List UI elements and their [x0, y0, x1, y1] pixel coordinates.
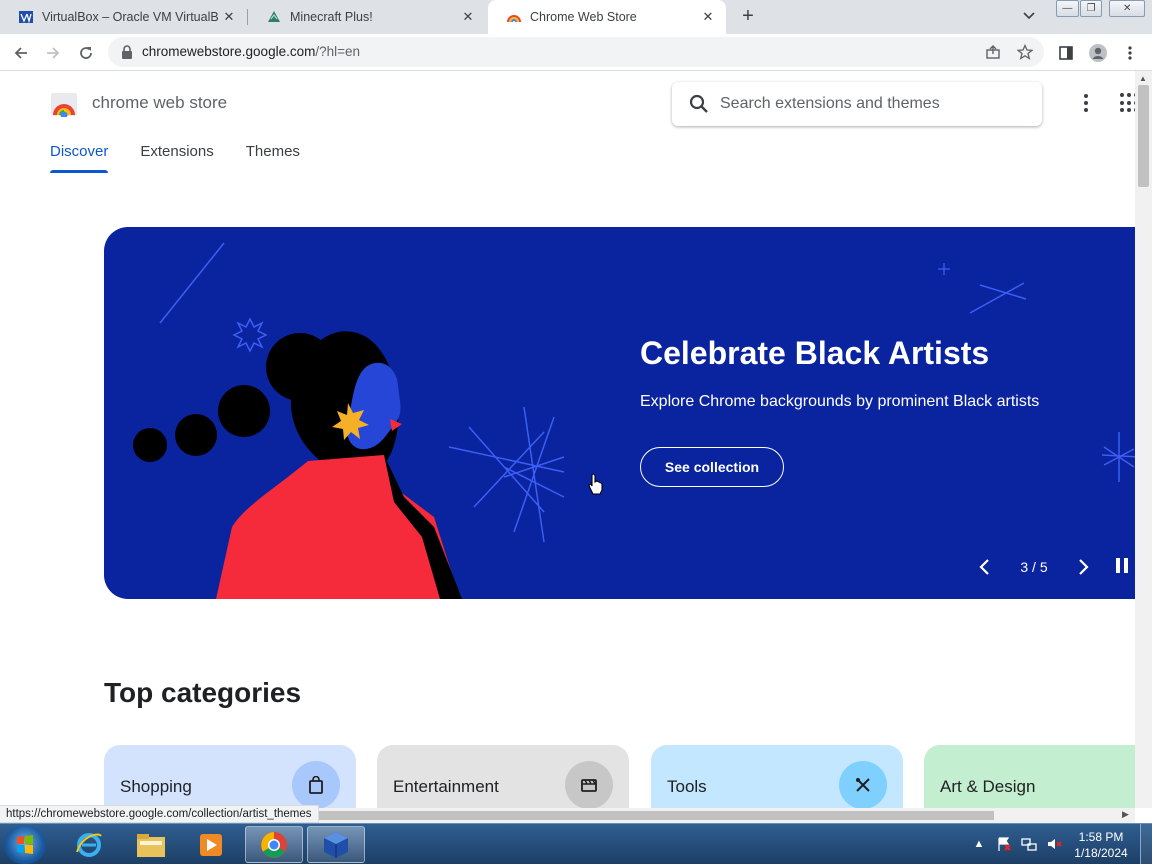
google-apps-icon[interactable] — [1120, 93, 1135, 113]
see-collection-button[interactable]: See collection — [640, 447, 784, 487]
category-entertainment[interactable]: Entertainment — [377, 745, 629, 808]
virtualbox-taskbar-button[interactable] — [307, 826, 365, 863]
search-icon — [689, 94, 708, 113]
store-logo-text[interactable]: chrome web store — [92, 93, 227, 113]
tab-search-icon[interactable] — [1022, 8, 1042, 26]
chrome-taskbar-button[interactable] — [245, 826, 303, 863]
lock-icon[interactable] — [120, 44, 134, 60]
store-more-options-icon[interactable] — [1076, 91, 1096, 115]
virtualbox-icon — [324, 831, 348, 858]
banner-subtitle: Explore Chrome backgrounds by prominent … — [640, 393, 1040, 410]
file-explorer-taskbar-button[interactable] — [122, 826, 180, 863]
tab-minecraft-plus[interactable]: Minecraft Plus! ✕ — [248, 0, 486, 34]
action-center-flag-icon[interactable] — [995, 835, 1013, 853]
start-button[interactable] — [4, 826, 46, 864]
minecraft-plus-icon — [268, 11, 280, 22]
minimize-button[interactable]: — — [1056, 0, 1079, 17]
category-label: Entertainment — [393, 777, 499, 796]
show-hidden-icons-icon[interactable]: ▲ — [970, 835, 988, 853]
chrome-web-store-icon — [507, 15, 521, 23]
bookmark-star-icon[interactable] — [1014, 41, 1036, 63]
shopping-bag-icon — [292, 761, 340, 808]
category-tools[interactable]: Tools — [651, 745, 903, 808]
back-icon[interactable] — [8, 40, 34, 66]
restore-button[interactable]: ❐ — [1079, 0, 1103, 17]
clapperboard-icon — [565, 761, 613, 808]
chrome-web-store-logo[interactable] — [50, 89, 78, 117]
address-bar[interactable]: chromewebstore.google.com/?hl=en — [108, 37, 1044, 67]
internet-explorer-taskbar-button[interactable] — [60, 826, 118, 863]
windows-logo-icon — [17, 835, 33, 854]
category-art-design[interactable]: Art & Design — [924, 745, 1135, 808]
tab-themes[interactable]: Themes — [246, 143, 300, 173]
close-window-button[interactable]: ✕ — [1109, 0, 1145, 17]
scroll-right-icon[interactable]: ▶ — [1122, 809, 1129, 820]
tab-discover[interactable]: Discover — [50, 143, 109, 173]
carousel-next-icon[interactable] — [1072, 555, 1096, 579]
chrome-icon — [261, 831, 287, 858]
tab-virtualbox[interactable]: VirtualBox – Oracle VM VirtualBox ✕ — [0, 0, 247, 34]
forward-icon[interactable] — [40, 40, 66, 66]
close-tab-icon[interactable]: ✕ — [219, 7, 239, 27]
new-tab-button[interactable]: + — [736, 6, 760, 28]
tools-icon — [839, 761, 887, 808]
clock-time: 1:58 PM — [1078, 830, 1124, 844]
vertical-scrollbar[interactable]: ▲ — [1135, 71, 1152, 808]
share-icon[interactable] — [982, 41, 1004, 63]
category-label: Tools — [667, 777, 707, 796]
hand-cursor-icon — [588, 473, 603, 495]
virtualbox-icon — [19, 11, 33, 24]
network-icon[interactable] — [1020, 835, 1038, 853]
system-tray: ▲ — [970, 830, 1070, 858]
vertical-scrollbar-thumb[interactable] — [1138, 85, 1149, 187]
link-status-bubble: https://chromewebstore.google.com/collec… — [0, 805, 319, 823]
category-label: Art & Design — [940, 777, 1036, 796]
top-categories-heading: Top categories — [104, 677, 302, 708]
file-explorer-icon — [137, 833, 165, 857]
browser-menu-icon[interactable] — [1117, 40, 1143, 66]
tab-title: Minecraft Plus! — [290, 10, 373, 24]
volume-muted-icon[interactable] — [1045, 835, 1063, 853]
banner-illustration — [133, 242, 1135, 599]
reload-icon[interactable] — [73, 40, 99, 66]
taskbar-clock[interactable]: 1:58 PM 1/18/2024 — [1068, 829, 1134, 861]
search-input[interactable] — [720, 92, 1020, 116]
profile-avatar-icon[interactable] — [1085, 40, 1111, 66]
store-nav-tabs: Discover Extensions Themes — [50, 143, 332, 173]
tab-extensions[interactable]: Extensions — [140, 143, 213, 173]
internet-explorer-icon — [76, 832, 102, 857]
carousel-counter: 3 / 5 — [1020, 559, 1048, 575]
hero-banner[interactable]: Celebrate Black Artists Explore Chrome b… — [104, 227, 1135, 599]
scroll-up-icon[interactable]: ▲ — [1139, 74, 1147, 83]
show-desktop-button[interactable] — [1140, 824, 1152, 864]
tab-title: Chrome Web Store — [530, 10, 637, 24]
web-page: chrome web store Discover Extensions The… — [0, 71, 1135, 808]
side-panel-icon[interactable] — [1053, 40, 1079, 66]
banner-title: Celebrate Black Artists — [640, 335, 990, 371]
tab-chrome-web-store[interactable]: Chrome Web Store ✕ — [488, 0, 726, 34]
tab-title: VirtualBox – Oracle VM VirtualBox — [42, 10, 219, 24]
url-path: /?hl=en — [315, 44, 361, 59]
media-player-icon — [200, 833, 222, 856]
clock-date: 1/18/2024 — [1074, 846, 1128, 860]
windows-taskbar: ▲ 1:58 PM 1/18/2024 — [0, 823, 1152, 864]
browser-toolbar: chromewebstore.google.com/?hl=en — [0, 34, 1152, 71]
carousel-pause-icon[interactable] — [1116, 558, 1132, 574]
close-tab-icon[interactable]: ✕ — [458, 7, 478, 27]
window-controls: — ❐ ✕ — [1056, 0, 1146, 17]
tab-strip: VirtualBox – Oracle VM VirtualBox ✕ Mine… — [0, 0, 1152, 34]
url-host: chromewebstore.google.com — [142, 44, 316, 59]
url-text[interactable]: chromewebstore.google.com/?hl=en — [142, 44, 360, 59]
close-tab-icon[interactable]: ✕ — [698, 7, 718, 27]
media-player-taskbar-button[interactable] — [182, 826, 240, 863]
carousel-prev-icon[interactable] — [972, 555, 996, 579]
category-label: Shopping — [120, 777, 192, 796]
category-shopping[interactable]: Shopping — [104, 745, 356, 808]
store-search-box[interactable] — [672, 82, 1042, 126]
